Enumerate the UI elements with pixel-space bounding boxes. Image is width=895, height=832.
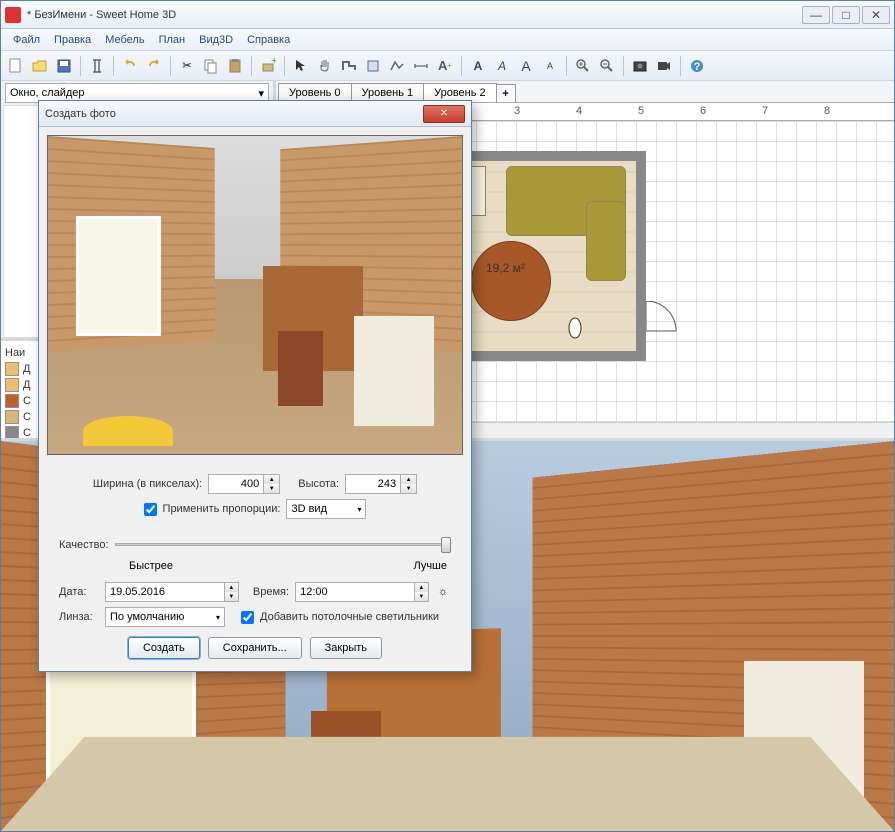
add-level-button[interactable]: + xyxy=(496,84,516,102)
height-input[interactable] xyxy=(345,474,401,494)
furniture-sofa[interactable] xyxy=(586,201,626,281)
faster-label: Быстрее xyxy=(129,560,173,572)
create-dimension-icon[interactable] xyxy=(410,55,432,77)
quality-label: Качество: xyxy=(59,539,109,551)
camera-icon[interactable] xyxy=(566,316,584,340)
close-dialog-button[interactable]: Закрыть xyxy=(310,637,382,659)
toolbar: ✂ + A+ A A A A ? xyxy=(1,51,894,81)
new-icon[interactable] xyxy=(5,55,27,77)
time-spinner[interactable]: ▲▼ xyxy=(295,582,429,602)
width-spinner[interactable]: ▲▼ xyxy=(208,474,280,494)
window-title: * БезИмени - Sweet Home 3D xyxy=(27,9,802,21)
add-furniture-icon[interactable]: + xyxy=(257,55,279,77)
furniture-icon xyxy=(5,394,19,408)
dialog-title: Создать фото xyxy=(45,108,423,120)
minimize-button[interactable]: — xyxy=(802,6,830,24)
create-text-icon[interactable]: A+ xyxy=(434,55,456,77)
date-spinner[interactable]: ▲▼ xyxy=(105,582,239,602)
preferences-icon[interactable] xyxy=(86,55,108,77)
dialog-close-button[interactable]: ✕ xyxy=(423,105,465,123)
undo-icon[interactable] xyxy=(119,55,141,77)
proportions-checkbox[interactable] xyxy=(144,503,157,516)
copy-icon[interactable] xyxy=(200,55,222,77)
create-photo-dialog: Создать фото ✕ Ширина (в пикселах): ▲▼ В… xyxy=(38,100,472,672)
pan-icon[interactable] xyxy=(314,55,336,77)
area-label: 19,2 м² xyxy=(486,261,525,275)
quality-slider[interactable] xyxy=(115,533,451,557)
create-room-icon[interactable] xyxy=(362,55,384,77)
furniture-icon xyxy=(5,378,19,392)
door-arc xyxy=(646,301,686,371)
menubar: Файл Правка Мебель План Вид3D Справка xyxy=(1,29,894,51)
list-header: Наи xyxy=(5,347,25,359)
create-button[interactable]: Создать xyxy=(128,637,200,659)
open-icon[interactable] xyxy=(29,55,51,77)
select-icon[interactable] xyxy=(290,55,312,77)
ceiling-lights-checkbox[interactable] xyxy=(241,611,254,624)
width-label: Ширина (в пикселах): xyxy=(93,478,202,490)
photo-preview xyxy=(47,135,463,455)
furniture-icon xyxy=(5,426,19,438)
menu-furniture[interactable]: Мебель xyxy=(99,31,150,49)
help-icon[interactable]: ? xyxy=(686,55,708,77)
redo-icon[interactable] xyxy=(143,55,165,77)
height-label: Высота: xyxy=(298,478,339,490)
create-polyline-icon[interactable] xyxy=(386,55,408,77)
app-icon xyxy=(5,7,21,23)
maximize-button[interactable]: □ xyxy=(832,6,860,24)
lens-label: Линза: xyxy=(59,611,99,623)
save-button[interactable]: Сохранить... xyxy=(208,637,302,659)
width-input[interactable] xyxy=(208,474,264,494)
proportions-label: Применить пропорции: xyxy=(163,503,281,515)
cut-icon[interactable]: ✂ xyxy=(176,55,198,77)
menu-view3d[interactable]: Вид3D xyxy=(193,31,239,49)
text-bold-icon[interactable]: A xyxy=(467,55,489,77)
furniture-icon xyxy=(5,410,19,424)
close-button[interactable]: ✕ xyxy=(862,6,890,24)
photo-icon[interactable] xyxy=(629,55,651,77)
text-smaller-icon[interactable]: A xyxy=(539,55,561,77)
furniture-icon xyxy=(5,362,19,376)
ceiling-lights-label: Добавить потолочные светильники xyxy=(260,611,439,623)
zoom-out-icon[interactable] xyxy=(596,55,618,77)
better-label: Лучше xyxy=(413,560,447,572)
date-label: Дата: xyxy=(59,586,99,598)
text-bigger-icon[interactable]: A xyxy=(515,55,537,77)
zoom-in-icon[interactable] xyxy=(572,55,594,77)
titlebar: * БезИмени - Sweet Home 3D — □ ✕ xyxy=(1,1,894,29)
sun-icon[interactable]: ☼ xyxy=(435,584,451,600)
menu-plan[interactable]: План xyxy=(153,31,192,49)
menu-edit[interactable]: Правка xyxy=(48,31,97,49)
svg-text:+: + xyxy=(271,58,276,67)
menu-file[interactable]: Файл xyxy=(7,31,46,49)
video-icon[interactable] xyxy=(653,55,675,77)
time-input[interactable] xyxy=(295,582,415,602)
height-spinner[interactable]: ▲▼ xyxy=(345,474,417,494)
furniture-table[interactable] xyxy=(471,241,551,321)
catalog-combo-value: Окно, слайдер xyxy=(10,87,85,99)
text-italic-icon[interactable]: A xyxy=(491,55,513,77)
svg-text:?: ? xyxy=(694,61,701,73)
save-icon[interactable] xyxy=(53,55,75,77)
lens-combo[interactable]: По умолчанию xyxy=(105,607,225,627)
time-label: Время: xyxy=(253,586,289,598)
paste-icon[interactable] xyxy=(224,55,246,77)
proportions-combo[interactable]: 3D вид xyxy=(286,499,366,519)
date-input[interactable] xyxy=(105,582,225,602)
menu-help[interactable]: Справка xyxy=(241,31,296,49)
create-walls-icon[interactable] xyxy=(338,55,360,77)
